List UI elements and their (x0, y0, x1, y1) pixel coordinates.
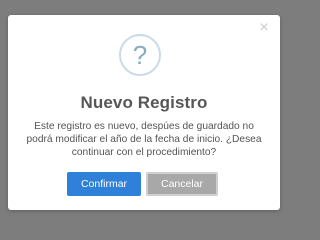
dialog-message: Este registro es nuevo, despúes de guard… (26, 121, 262, 158)
cancel-button[interactable]: Cancelar (146, 172, 218, 196)
question-mark-glyph: ? (132, 40, 148, 70)
question-icon: ? (119, 34, 161, 76)
confirmation-dialog: × ? Nuevo Registro Este registro es nuev… (8, 15, 280, 210)
close-icon[interactable]: × (257, 20, 271, 36)
dialog-title: Nuevo Registro (80, 93, 208, 112)
confirm-button[interactable]: Confirmar (67, 172, 141, 196)
